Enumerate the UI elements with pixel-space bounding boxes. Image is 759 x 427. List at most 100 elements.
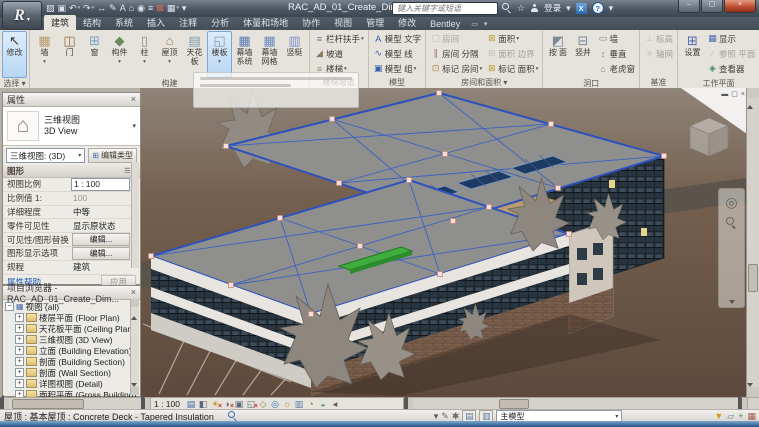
project-browser-close-icon[interactable]: × xyxy=(131,288,136,297)
crop-view-icon[interactable]: ▣ xyxy=(233,399,245,410)
ribbon-button-21[interactable]: ⊡标记 房间▾ xyxy=(428,61,484,76)
search-status-icon[interactable] xyxy=(228,411,238,421)
default-3d-view-icon[interactable]: ⌂ xyxy=(129,2,134,14)
ribbon-tab-8[interactable]: 协作 xyxy=(295,15,327,30)
property-value[interactable]: 100 xyxy=(71,193,130,204)
project-browser-header[interactable]: 项目浏览器 - RAC_AD_01_Create_Dim... × xyxy=(3,286,140,300)
tree-item[interactable]: +楼层平面 (Floor Plan) xyxy=(5,312,140,323)
tree-item[interactable]: +三维视图 (3D View) xyxy=(5,334,140,345)
ribbon-button-2[interactable]: ▦墙▾ xyxy=(32,31,57,78)
property-value[interactable]: 1 : 100 xyxy=(71,178,130,191)
help-button[interactable]: ? xyxy=(592,2,604,14)
ribbon-button-7[interactable]: ⌂屋顶▾ xyxy=(157,31,182,78)
ribbon-button-6[interactable]: ▯柱▾ xyxy=(132,31,157,78)
undo-icon[interactable]: ↶ xyxy=(69,2,77,14)
open-icon[interactable]: ▨ xyxy=(46,2,55,14)
signin-caret[interactable]: ▾ xyxy=(566,3,571,14)
favorites-icon[interactable]: ☆ xyxy=(517,3,525,14)
view-scale-button[interactable]: 1 : 100 xyxy=(154,399,180,409)
ribbon-button-35[interactable]: ◈查看器 xyxy=(705,61,757,76)
tree-item[interactable]: +立面 (Building Elevation) xyxy=(5,345,140,356)
select-links-icon[interactable]: ▱ xyxy=(727,411,734,421)
ribbon-button-22[interactable]: ⊠面积▾ xyxy=(484,31,540,46)
switch-windows-icon[interactable]: ▦ xyxy=(167,2,176,14)
close-button[interactable]: × xyxy=(724,0,756,13)
minimize-button[interactable]: – xyxy=(678,0,700,13)
drawing-area[interactable]: ▬ ▢ × ◎ xyxy=(140,88,759,397)
ribbon-options-icon[interactable]: ▭ xyxy=(471,20,478,28)
redo-icon-caret[interactable]: ▾ xyxy=(92,5,95,11)
ribbon-tab-6[interactable]: 分析 xyxy=(204,15,236,30)
ribbon-tab-9[interactable]: 视图 xyxy=(327,15,359,30)
help-caret[interactable]: ▾ xyxy=(609,3,614,14)
expand-icon[interactable]: + xyxy=(15,335,24,344)
navbar-caret[interactable] xyxy=(729,300,735,304)
app-menu-button[interactable]: R ▾ xyxy=(2,1,42,30)
scroll-up-arrow[interactable] xyxy=(131,299,139,307)
ribbon-tab-5[interactable]: 注释 xyxy=(172,15,204,30)
property-value[interactable]: 建筑 xyxy=(71,262,130,273)
view-minimize-icon[interactable]: ▬ xyxy=(721,90,728,99)
search-box[interactable] xyxy=(392,2,498,15)
properties-header[interactable]: 属性 × xyxy=(3,93,140,107)
expand-icon[interactable]: + xyxy=(15,346,24,355)
ribbon-button-11[interactable]: ▦幕墙 网格 xyxy=(257,31,282,78)
crop-region-icon[interactable]: ◱ xyxy=(245,399,257,410)
section-icon[interactable]: ◉ xyxy=(137,2,145,14)
aligned-dimension-icon[interactable]: ↔ xyxy=(97,2,106,14)
edit-type-button[interactable]: ⊞ 编辑类型 xyxy=(88,148,137,163)
save-icon[interactable]: ▣ xyxy=(58,2,67,14)
scroll-up-arrow[interactable] xyxy=(747,88,759,98)
maximize-button[interactable]: ▢ xyxy=(701,0,723,13)
ribbon-button-3[interactable]: ◫门 xyxy=(57,31,82,78)
view-cube[interactable] xyxy=(690,118,728,156)
ribbon-button-1[interactable]: ↖修改 xyxy=(2,31,27,78)
reveal-hidden-icon[interactable]: ☼ xyxy=(281,399,293,410)
ribbon-button-30[interactable]: ⊥标高 xyxy=(642,31,675,46)
exchange-apps-button[interactable]: X xyxy=(576,3,587,14)
instance-selector[interactable]: 三维视图: (3D)▾ xyxy=(6,148,85,163)
tree-root[interactable]: −▦视图 (all) xyxy=(5,301,140,312)
detail-level-icon[interactable]: ▤ xyxy=(185,399,197,410)
ribbon-tab-12[interactable]: Bentley xyxy=(423,18,467,30)
properties-scrollbar[interactable] xyxy=(131,162,139,268)
lock-3d-view-icon[interactable]: ◇ xyxy=(257,399,269,410)
model-3d-scene[interactable] xyxy=(141,88,759,397)
tree-item[interactable]: +剖面 (Building Section) xyxy=(5,356,140,367)
expand-icon[interactable]: + xyxy=(15,313,24,322)
ribbon-options-caret[interactable]: ▾ xyxy=(484,20,488,28)
type-selector[interactable]: ⌂ 三维视图 3D View ▾ xyxy=(3,107,140,146)
ribbon-button-31[interactable]: #轴网 xyxy=(642,46,675,61)
temporary-view-icon[interactable]: ◔ xyxy=(305,399,317,410)
properties-close-icon[interactable]: × xyxy=(131,95,136,104)
signin-label[interactable]: 登录 xyxy=(544,2,561,14)
ribbon-button-4[interactable]: ⊞窗 xyxy=(82,31,107,78)
panel-label[interactable]: 模型 xyxy=(371,77,423,88)
text-icon[interactable]: A xyxy=(120,2,126,14)
worksets-icon[interactable]: ✱ xyxy=(452,411,460,421)
search-input[interactable] xyxy=(395,3,495,14)
property-value[interactable]: 显示原状态 xyxy=(71,220,130,231)
panel-label[interactable]: 房间和面积 ▾ xyxy=(428,77,540,88)
temporary-hide-icon[interactable]: ◎ xyxy=(269,399,281,410)
select-pinned-icon[interactable]: + xyxy=(738,411,743,421)
analysis-icon[interactable]: ◒ xyxy=(317,399,329,410)
ribbon-button-18[interactable]: ▣模型 组▾ xyxy=(371,61,423,76)
ribbon-tab-11[interactable]: 修改 xyxy=(391,15,423,30)
ribbon-button-29[interactable]: ⌂老虎窗 xyxy=(595,61,637,76)
undo-icon-caret[interactable]: ▾ xyxy=(78,5,81,11)
filter-icon[interactable]: ▼ xyxy=(714,411,723,421)
ribbon-button-10[interactable]: ▦幕墙 系统 xyxy=(232,31,257,78)
expand-icon[interactable]: + xyxy=(15,379,24,388)
ribbon-button-5[interactable]: ◆构件▾ xyxy=(107,31,132,78)
measure-icon[interactable]: ✎ xyxy=(109,2,117,14)
redo-icon[interactable]: ↷ xyxy=(83,2,91,14)
expand-icon[interactable]: + xyxy=(15,368,24,377)
scroll-thumb[interactable] xyxy=(748,264,758,292)
thin-lines-icon[interactable]: ≡ xyxy=(148,2,153,14)
ribbon-button-19[interactable]: ▢房间 xyxy=(428,31,484,46)
ribbon-button-28[interactable]: ↕垂直 xyxy=(595,46,637,61)
navigation-bar[interactable]: ◎ xyxy=(718,188,745,308)
ribbon-button-32[interactable]: ⊞设置 xyxy=(680,31,705,78)
ribbon-button-9[interactable]: ◱楼板▾ xyxy=(207,31,232,78)
